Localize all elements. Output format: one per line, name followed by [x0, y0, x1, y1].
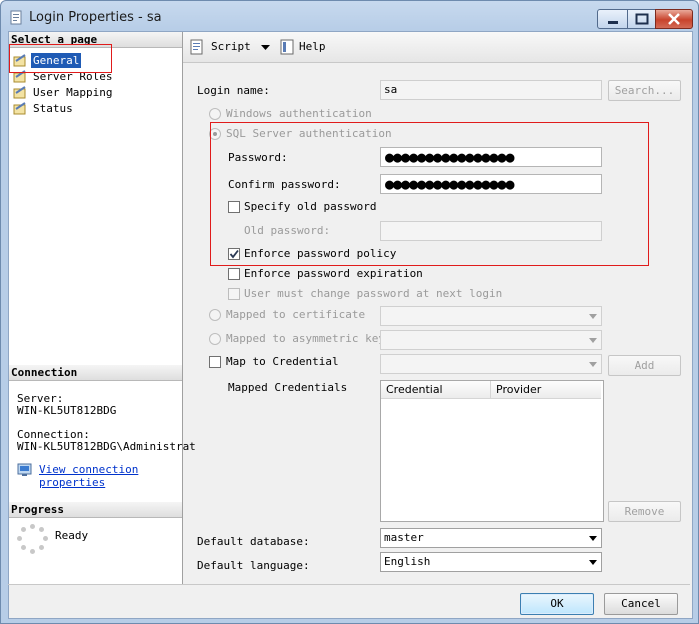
certificate-dropdown[interactable] — [380, 306, 602, 326]
windows-auth-label: Windows authentication — [226, 107, 372, 120]
help-icon — [280, 39, 294, 55]
script-icon — [190, 39, 203, 55]
connection-value: WIN-KL5UT812BDG\Administrat — [17, 440, 196, 453]
login-name-field[interactable]: sa — [380, 80, 602, 100]
connection-header: Connection — [9, 365, 182, 381]
maximize-icon — [635, 13, 649, 25]
default-language-dropdown[interactable]: English — [380, 552, 602, 572]
mapped-certificate-radio[interactable] — [209, 309, 221, 321]
close-icon — [668, 13, 680, 25]
toolbar: Script Help — [183, 32, 692, 63]
close-button[interactable] — [655, 9, 693, 29]
default-language-label: Default language: — [197, 559, 310, 572]
grid-column-credential[interactable]: Credential — [381, 381, 491, 399]
highlight-box-sql-auth — [210, 122, 649, 266]
page-icon — [13, 86, 26, 99]
windows-auth-radio[interactable] — [209, 108, 221, 120]
view-connection-properties-link[interactable]: View connection properties — [39, 463, 138, 489]
view-connection-line1: View connection — [39, 463, 139, 476]
mapped-asym-key-label: Mapped to asymmetric key — [226, 332, 385, 345]
title-bar[interactable]: Login Properties - sa — [1, 1, 698, 35]
grid-column-provider[interactable]: Provider — [491, 381, 601, 399]
minimize-button[interactable] — [597, 9, 629, 29]
minimize-icon — [608, 21, 618, 24]
login-name-label: Login name: — [197, 84, 270, 97]
mapped-asym-key-radio[interactable] — [209, 333, 221, 345]
highlight-box-general — [9, 44, 112, 73]
progress-spinner-icon — [17, 524, 49, 556]
must-change-label: User must change password at next login — [244, 287, 503, 300]
mapped-credentials-grid[interactable]: Credential Provider — [380, 380, 604, 522]
connection-properties-icon — [17, 463, 32, 476]
map-credential-checkbox[interactable] — [209, 356, 221, 368]
chevron-down-icon — [589, 338, 597, 343]
chevron-down-icon — [589, 362, 597, 367]
enforce-expiration-checkbox[interactable] — [228, 268, 240, 280]
remove-button[interactable]: Remove — [608, 501, 681, 522]
progress-header: Progress — [9, 502, 182, 518]
chevron-down-icon — [589, 314, 597, 319]
maximize-button[interactable] — [627, 9, 657, 29]
help-button[interactable]: Help — [279, 38, 329, 56]
script-button[interactable]: Script — [189, 38, 271, 56]
page-label-user-mapping: User Mapping — [33, 86, 113, 99]
page-label-status: Status — [33, 102, 73, 115]
ok-button[interactable]: OK — [520, 593, 594, 615]
search-button[interactable]: Search... — [608, 80, 681, 101]
mapped-certificate-label: Mapped to certificate — [226, 308, 366, 321]
window-title: Login Properties - sa — [29, 10, 162, 25]
default-database-dropdown[interactable]: master — [380, 528, 602, 548]
server-value: WIN-KL5UT812BDG — [17, 404, 117, 417]
must-change-checkbox[interactable] — [228, 288, 240, 300]
page-icon — [13, 102, 26, 115]
add-button[interactable]: Add — [608, 355, 681, 376]
mapped-credentials-label: Mapped Credentials — [228, 381, 348, 394]
chevron-down-icon[interactable] — [261, 45, 270, 51]
default-language-value: English — [384, 555, 431, 568]
asym-key-dropdown[interactable] — [380, 330, 602, 350]
credential-dropdown[interactable] — [380, 354, 602, 374]
script-label: Script — [211, 40, 251, 53]
default-database-value: master — [384, 531, 424, 544]
progress-status: Ready — [55, 529, 89, 542]
cancel-button[interactable]: Cancel — [604, 593, 678, 615]
left-pane: Select a page General Server Roles User … — [9, 32, 196, 584]
map-credential-label: Map to Credential — [226, 355, 339, 368]
bottom-divider — [8, 584, 690, 585]
chevron-down-icon — [589, 560, 597, 565]
default-database-label: Default database: — [197, 535, 310, 548]
help-label: Help — [299, 40, 326, 53]
chevron-down-icon — [589, 536, 597, 541]
view-connection-line2: properties — [39, 476, 106, 489]
enforce-expiration-label: Enforce password expiration — [244, 267, 423, 280]
app-icon — [10, 10, 22, 25]
